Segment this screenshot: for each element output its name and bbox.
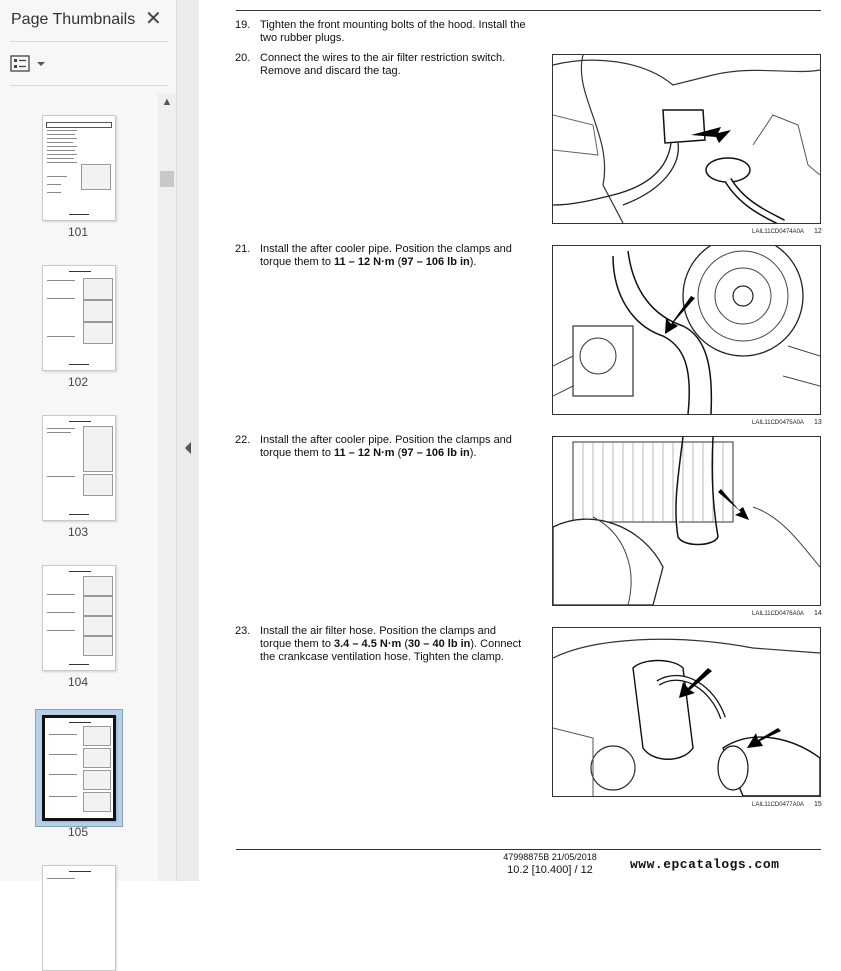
panel-title: Page Thumbnails <box>11 11 136 28</box>
close-icon[interactable]: ✕ <box>145 8 162 30</box>
thumbnail-page-105[interactable] <box>42 715 116 821</box>
footer-rule <box>236 849 821 850</box>
step-number: 20. <box>235 52 251 64</box>
figure-15 <box>552 627 821 797</box>
thumbnail-page-101[interactable] <box>42 115 116 221</box>
divider <box>10 41 168 42</box>
chevron-down-icon <box>37 62 45 66</box>
step-text: Connect the wires to the air filter rest… <box>260 52 506 77</box>
page-thumbnails-panel: Page Thumbnails ✕ 101 102 103 104 105 ▲ <box>0 0 177 971</box>
step-text: Tighten the front mounting bolts of the … <box>260 19 526 44</box>
figure-number: 14 <box>814 610 822 617</box>
scroll-up-icon[interactable]: ▲ <box>160 95 174 109</box>
figure-number: 13 <box>814 419 822 426</box>
footer-page-ref: 10.2 [10.400] / 12 <box>507 864 593 876</box>
figure-14 <box>552 436 821 606</box>
scroll-thumb[interactable] <box>160 171 174 187</box>
step-text: Install the after cooler pipe. Position … <box>260 243 512 268</box>
thumbnail-label: 103 <box>67 525 89 539</box>
step-number: 21. <box>235 243 251 255</box>
figure-illustration <box>553 55 820 223</box>
thumbnail-options-icon <box>10 55 45 72</box>
figure-caption: LAIL11CD0476A0A <box>752 611 804 617</box>
sidebar-collapse-strip <box>177 0 199 881</box>
thumbnail-label: 104 <box>67 675 89 689</box>
collapse-left-icon[interactable] <box>183 441 193 455</box>
step-text: Install the after cooler pipe. Position … <box>260 434 512 459</box>
figure-illustration <box>553 437 820 605</box>
divider <box>10 85 168 86</box>
figure-12 <box>552 54 821 224</box>
thumbnail-label: 102 <box>67 375 89 389</box>
figure-13 <box>552 245 821 415</box>
figure-caption: LAIL11CD0474A0A <box>752 229 804 235</box>
document-page: 19. Tighten the front mounting bolts of … <box>200 0 841 881</box>
step-text: Install the air filter hose. Position th… <box>260 625 522 663</box>
thumbnail-scrollbar[interactable]: ▲ <box>158 93 176 881</box>
figure-caption: LAIL11CD0475A0A <box>752 420 804 426</box>
thumbnail-page-104[interactable] <box>42 565 116 671</box>
footer-doc-id: 47998875B 21/05/2018 <box>503 852 597 862</box>
thumbnail-page-103[interactable] <box>42 415 116 521</box>
watermark: www.epcatalogs.com <box>630 857 780 872</box>
figure-illustration <box>553 246 820 414</box>
header-rule <box>236 10 821 11</box>
thumbnail-options-button[interactable] <box>10 54 48 74</box>
figure-number: 12 <box>814 228 822 235</box>
thumbnail-label: 105 <box>67 825 89 839</box>
thumbnail-label: 101 <box>67 225 89 239</box>
figure-illustration <box>553 638 820 796</box>
step-number: 19. <box>235 19 251 31</box>
thumbnail-page-102[interactable] <box>42 265 116 371</box>
step-number: 23. <box>235 625 251 637</box>
figure-number: 15 <box>814 801 822 808</box>
figure-caption: LAIL11CD0477A0A <box>752 802 804 808</box>
step-number: 22. <box>235 434 251 446</box>
